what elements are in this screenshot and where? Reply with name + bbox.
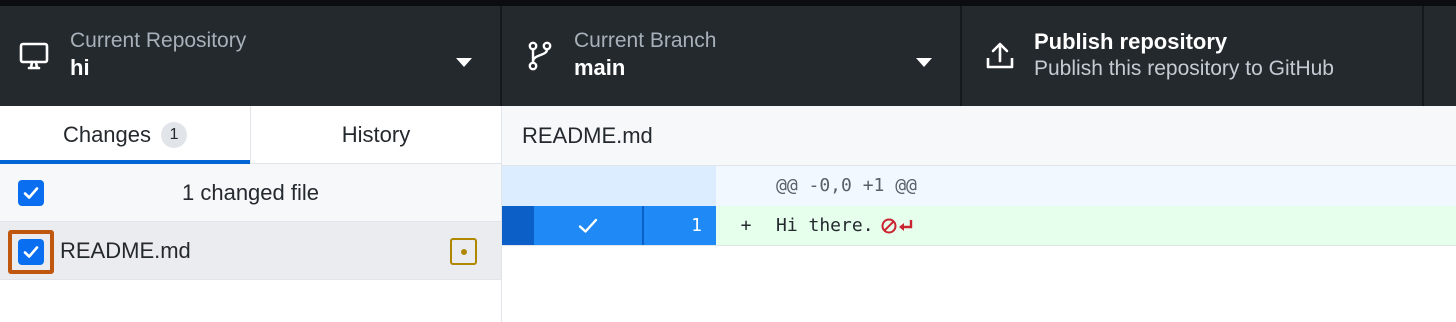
diff-pane: README.md @@ -0,0 +1 @@ 1 + Hi there. bbox=[502, 106, 1456, 322]
line-selected-check[interactable] bbox=[534, 206, 644, 245]
tab-history[interactable]: History bbox=[251, 106, 501, 163]
current-branch-button[interactable]: Current Branch main bbox=[502, 6, 962, 106]
diff-file-header: README.md bbox=[502, 106, 1456, 166]
hunk-header-text: @@ -0,0 +1 @@ bbox=[776, 175, 917, 196]
publish-repository-title: Publish repository bbox=[1034, 29, 1228, 54]
current-branch-label: Current Branch bbox=[574, 29, 717, 52]
publish-repository-button[interactable]: Publish repository Publish this reposito… bbox=[962, 6, 1424, 106]
git-branch-icon bbox=[528, 41, 552, 71]
diff-line-added: 1 + Hi there. bbox=[502, 206, 1456, 246]
current-repository-button[interactable]: Current Repository hi bbox=[0, 6, 502, 106]
line-selection-bar[interactable] bbox=[502, 206, 534, 245]
chevron-down-icon bbox=[456, 58, 472, 67]
diff-line-gutter[interactable]: 1 bbox=[502, 206, 716, 245]
diff-file-name: README.md bbox=[522, 122, 653, 148]
list-item[interactable]: README.md bbox=[0, 222, 501, 280]
checkmark-icon bbox=[578, 218, 598, 233]
publish-repository-description: Publish this repository to GitHub bbox=[1034, 57, 1334, 80]
current-repository-name: hi bbox=[70, 55, 90, 80]
file-modified-icon bbox=[450, 238, 477, 265]
changes-list-header: 1 changed file bbox=[0, 164, 501, 222]
toolbar: Current Repository hi Current Branch mai… bbox=[0, 0, 1456, 106]
tab-changes-label: Changes bbox=[62, 121, 152, 147]
desktop-icon bbox=[19, 42, 49, 70]
no-newline-icon bbox=[881, 218, 897, 233]
file-checkbox[interactable] bbox=[18, 239, 44, 265]
diff-hunk-header: @@ -0,0 +1 @@ bbox=[502, 166, 1456, 206]
added-line-text: Hi there. bbox=[776, 214, 874, 236]
return-arrow-icon bbox=[898, 219, 912, 231]
line-number: 1 bbox=[691, 215, 702, 236]
eol-indicators bbox=[880, 217, 914, 235]
file-name: README.md bbox=[60, 237, 191, 263]
file-checkbox-highlight bbox=[8, 230, 54, 274]
changed-files-summary: 1 changed file bbox=[182, 179, 319, 205]
current-branch-name: main bbox=[574, 55, 626, 80]
sidebar: Changes 1 History 1 changed file README.… bbox=[0, 106, 502, 322]
hunk-gutter[interactable] bbox=[502, 166, 716, 206]
upload-icon bbox=[986, 42, 1014, 69]
tab-history-label: History bbox=[341, 121, 411, 147]
added-line-content: Hi there. bbox=[776, 206, 914, 245]
changes-count-badge: 1 bbox=[161, 121, 188, 148]
status-dot bbox=[460, 248, 467, 255]
current-repository-label: Current Repository bbox=[70, 29, 247, 52]
tab-bar: Changes 1 History bbox=[0, 106, 501, 164]
checkmark-icon bbox=[23, 246, 39, 258]
added-marker: + bbox=[740, 215, 752, 236]
tab-changes[interactable]: Changes 1 bbox=[0, 106, 251, 164]
chevron-down-icon bbox=[916, 58, 932, 67]
